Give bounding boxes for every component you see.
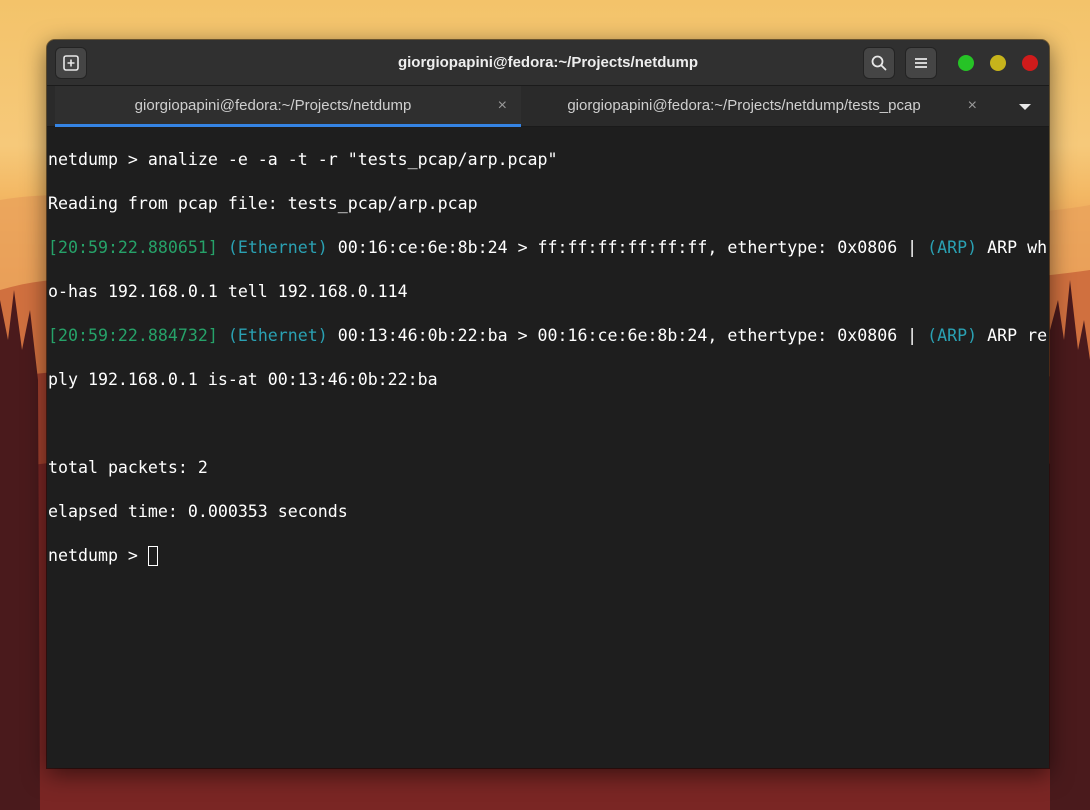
command-line: netdump > analize -e -a -t -r "tests_pca… xyxy=(48,149,1049,171)
packet-line: [20:59:22.884732] (Ethernet) 00:13:46:0b… xyxy=(48,325,1049,347)
terminal-output[interactable]: netdump > analize -e -a -t -r "tests_pca… xyxy=(47,127,1049,768)
prompt: netdump > xyxy=(48,546,148,565)
minimize-button[interactable] xyxy=(990,55,1006,71)
packet-line: [20:59:22.880651] (Ethernet) 00:16:ce:6e… xyxy=(48,237,1049,259)
tab-label: giorgiopapini@fedora:~/Projects/netdump xyxy=(134,97,412,114)
l2-protocol: (Ethernet) xyxy=(227,238,328,257)
caret-down-icon xyxy=(1019,104,1031,110)
l3-protocol: (ARP) xyxy=(927,326,978,345)
new-tab-button[interactable] xyxy=(55,47,87,79)
packet-timestamp: [20:59:22.880651] xyxy=(48,238,218,257)
tab-label: giorgiopapini@fedora:~/Projects/netdump/… xyxy=(567,97,921,114)
packet-line-wrap: o-has 192.168.0.1 tell 192.168.0.114 xyxy=(48,282,408,301)
l3-info: ARP re xyxy=(977,326,1048,345)
l2-protocol: (Ethernet) xyxy=(227,326,328,345)
tab-bar: giorgiopapini@fedora:~/Projects/netdump … xyxy=(47,86,1049,127)
tab-close-icon[interactable]: × xyxy=(968,86,977,126)
elapsed-time-line: elapsed time: 0.000353 seconds xyxy=(48,502,348,521)
prompt: netdump > xyxy=(48,150,148,169)
new-tab-plus-icon xyxy=(63,55,79,71)
packet-timestamp: [20:59:22.884732] xyxy=(48,326,218,345)
terminal-window: giorgiopapini@fedora:~/Projects/netdump … xyxy=(47,40,1049,768)
search-button[interactable] xyxy=(863,47,895,79)
l3-info: ARP wh xyxy=(977,238,1048,257)
close-button[interactable] xyxy=(1022,55,1038,71)
packet-line-wrap: ply 192.168.0.1 is-at 00:13:46:0b:22:ba xyxy=(48,370,438,389)
l2-info: 00:16:ce:6e:8b:24 > ff:ff:ff:ff:ff:ff, e… xyxy=(327,238,928,257)
tab-close-icon[interactable]: × xyxy=(498,86,507,126)
text-cursor[interactable] xyxy=(147,546,158,566)
command-text: analize -e -a -t -r "tests_pcap/arp.pcap… xyxy=(147,150,558,169)
reading-line: Reading from pcap file: tests_pcap/arp.p… xyxy=(48,194,478,213)
header-bar: giorgiopapini@fedora:~/Projects/netdump xyxy=(47,40,1049,86)
l2-info: 00:13:46:0b:22:ba > 00:16:ce:6e:8b:24, e… xyxy=(327,326,928,345)
maximize-button[interactable] xyxy=(958,55,974,71)
l3-protocol: (ARP) xyxy=(927,238,978,257)
search-icon xyxy=(871,55,887,71)
tab-tests-pcap[interactable]: giorgiopapini@fedora:~/Projects/netdump/… xyxy=(527,86,991,127)
tabs-dropdown-button[interactable] xyxy=(1015,100,1035,114)
window-title: giorgiopapini@fedora:~/Projects/netdump xyxy=(397,54,699,71)
total-packets-line: total packets: 2 xyxy=(48,458,208,477)
tab-netdump[interactable]: giorgiopapini@fedora:~/Projects/netdump … xyxy=(55,86,521,127)
hamburger-menu-icon xyxy=(915,58,927,68)
menu-button[interactable] xyxy=(905,47,937,79)
active-prompt-line: netdump > xyxy=(48,545,1049,567)
